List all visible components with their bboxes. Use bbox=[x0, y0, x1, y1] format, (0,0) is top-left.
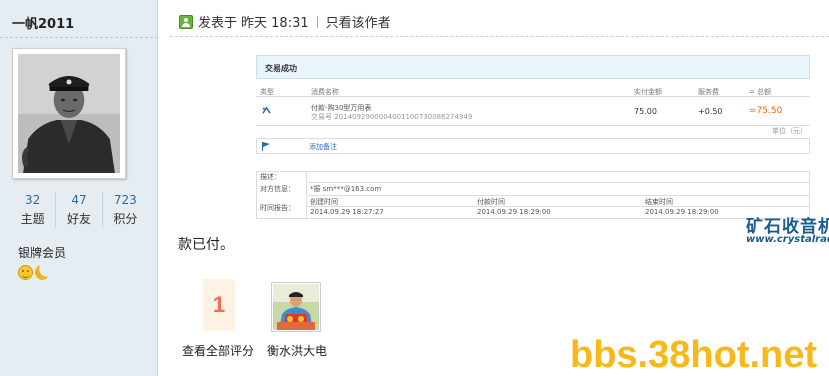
note-row: 添加备注 bbox=[256, 138, 810, 154]
receipt-columns: 类型 消费名称 实付金额 服务费 = 总额 bbox=[256, 85, 810, 97]
stat-label: 好友 bbox=[66, 212, 91, 226]
user-rank[interactable]: 银牌会员 bbox=[18, 244, 66, 261]
view-all-ratings-link[interactable]: 查看全部评分 bbox=[182, 342, 254, 359]
avatar[interactable] bbox=[12, 48, 126, 179]
divider bbox=[0, 37, 158, 38]
online-status-icon bbox=[179, 14, 193, 29]
payment-icon bbox=[262, 106, 271, 114]
bbs-watermark: bbs.38hot.net bbox=[570, 334, 818, 376]
medals bbox=[18, 265, 49, 280]
transaction-screenshot: 交易成功 类型 消费名称 实付金额 服务费 = 总额 付款-购30型万用表 交易… bbox=[256, 52, 810, 224]
separator bbox=[316, 15, 318, 28]
user-sidebar: 一帆2011 32 主题 47 好友 723 积分 银牌会员 bbox=[0, 0, 158, 376]
flag-icon bbox=[262, 142, 270, 151]
posted-time: 昨天 18:31 bbox=[241, 16, 309, 31]
moon-medal-icon bbox=[33, 263, 50, 281]
stat-label: 主题 bbox=[20, 212, 45, 226]
paid-time-value: 2014.09.29 18:29:00 bbox=[477, 208, 551, 216]
stat-value[interactable]: 32 bbox=[10, 192, 55, 208]
time-label: 时间报告： bbox=[257, 196, 307, 218]
stat-value[interactable]: 723 bbox=[103, 192, 148, 208]
divider bbox=[170, 36, 829, 37]
receipt-title: 交易成功 bbox=[265, 64, 297, 73]
receipt-row: 付款-购30型万用表 交易号 2014092900004001100730086… bbox=[256, 100, 810, 126]
rater-name[interactable]: 衡水洪大电 bbox=[267, 342, 327, 359]
stat-threads[interactable]: 32 主题 bbox=[10, 192, 55, 228]
add-note-link: 添加备注 bbox=[309, 143, 337, 151]
receipt-info: 描述： 对方信息： *振 sm***@163.com 时间报告： 创建时间 付款… bbox=[256, 171, 810, 219]
avatar-photo bbox=[18, 54, 120, 173]
col-name: 消费名称 bbox=[311, 88, 339, 96]
paid-amount: 75.00 bbox=[634, 107, 657, 116]
created-value: 2014.09.29 18:27:27 bbox=[310, 208, 384, 216]
divider bbox=[307, 206, 809, 207]
col-fee: 服务费 bbox=[698, 88, 719, 96]
party-label: 对方信息： bbox=[257, 183, 307, 195]
col-paid: 实付金额 bbox=[634, 88, 662, 96]
divider bbox=[307, 182, 809, 183]
party-value: *振 sm***@163.com bbox=[310, 185, 382, 193]
post-meta: 发表于 昨天 18:31 只看该作者 bbox=[179, 12, 391, 31]
only-author-link[interactable]: 只看该作者 bbox=[326, 12, 391, 31]
sun-medal-icon bbox=[18, 265, 33, 280]
trade-number: 交易号 2014092900004001100730086274949 bbox=[311, 113, 473, 121]
user-stats: 32 主题 47 好友 723 积分 bbox=[10, 192, 148, 228]
finished-value: 2014.09.29 18:29:00 bbox=[645, 208, 719, 216]
desc-label: 描述： bbox=[257, 172, 307, 182]
total-amount: =75.50 bbox=[749, 106, 783, 116]
receipt-header: 交易成功 bbox=[256, 55, 810, 79]
col-total: = 总额 bbox=[749, 88, 772, 96]
rating-count[interactable]: 1 bbox=[203, 279, 235, 331]
service-fee: +0.50 bbox=[698, 107, 723, 116]
col-type: 类型 bbox=[260, 88, 274, 96]
stat-label: 积分 bbox=[113, 212, 138, 226]
stat-value[interactable]: 47 bbox=[56, 192, 101, 208]
stat-credits[interactable]: 723 积分 bbox=[101, 192, 148, 228]
post-content: 款已付。 bbox=[178, 237, 234, 253]
site-watermark-url: www.crystalradio.cn bbox=[746, 234, 829, 245]
username[interactable]: 一帆2011 bbox=[12, 13, 74, 32]
rater-avatar[interactable] bbox=[271, 282, 321, 332]
stat-friends[interactable]: 47 好友 bbox=[55, 192, 101, 228]
divider bbox=[307, 195, 809, 196]
rater-photo bbox=[273, 284, 319, 330]
currency-unit: 单位（元） bbox=[772, 127, 807, 135]
posted-label: 发表于 bbox=[198, 16, 238, 31]
